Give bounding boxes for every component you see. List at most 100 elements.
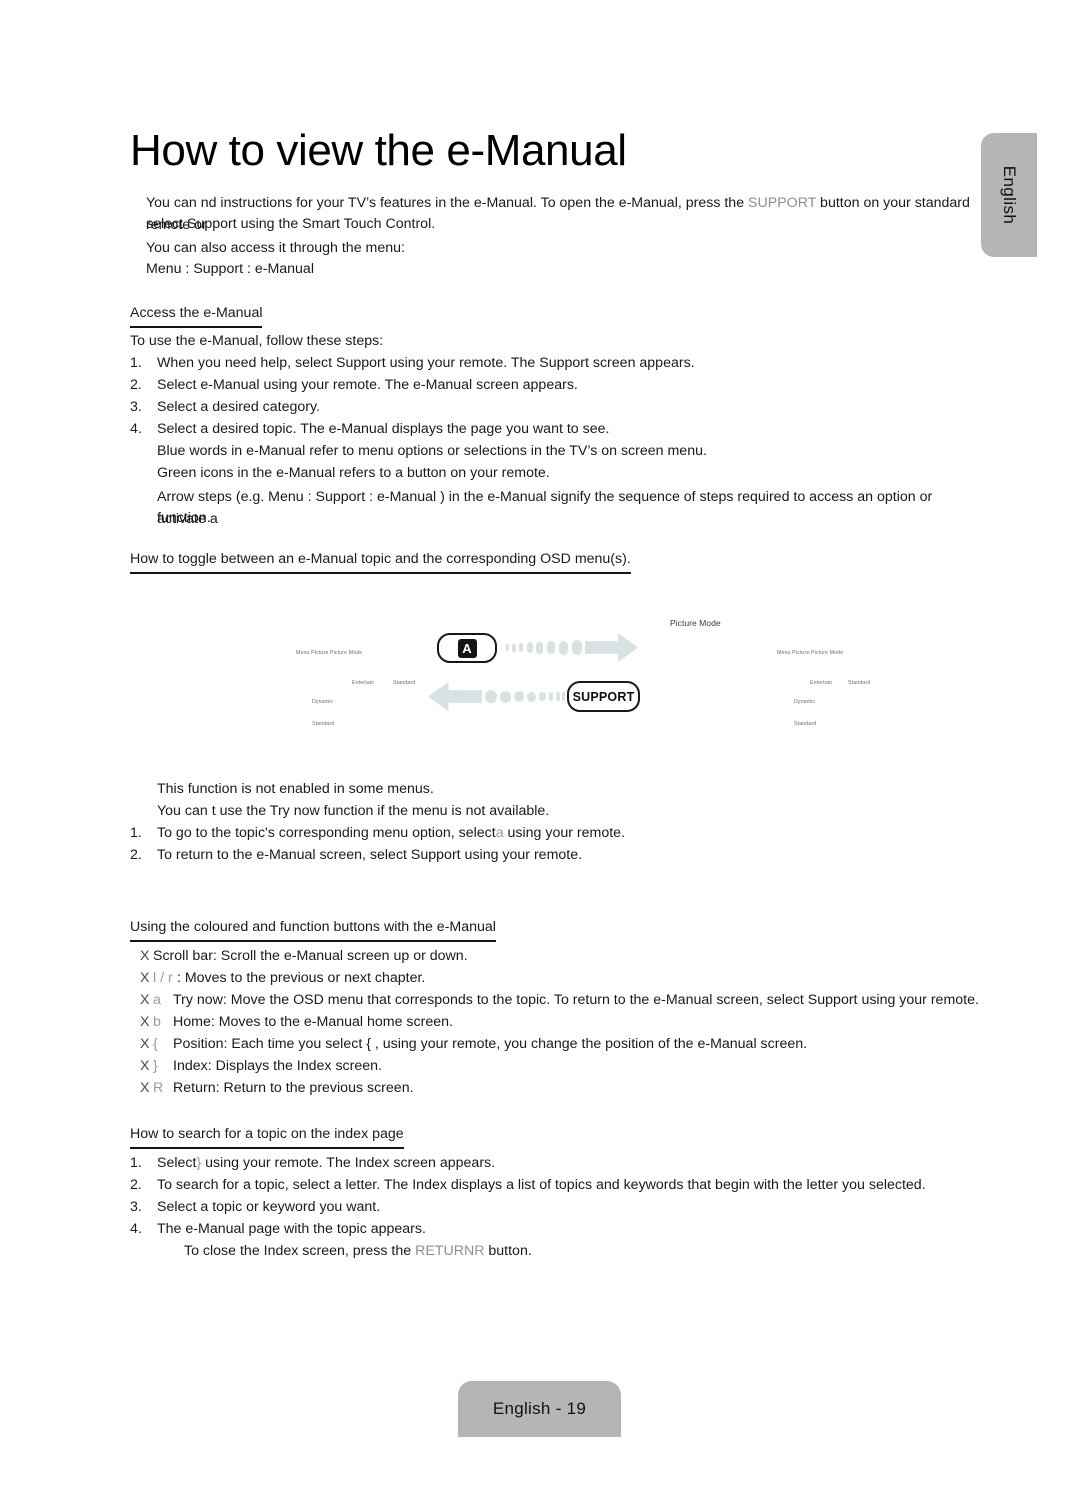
button-item-position-text: Position: Each time you select { , using… (173, 1036, 808, 1052)
return-glyph: R (474, 1243, 485, 1259)
dot-trail-bottom-1 (485, 690, 497, 703)
intro-paragraph-line-2: select Support using the Smart Touch Con… (146, 216, 436, 232)
button-item-chapter-text: : Moves to the previous or next chapter. (173, 970, 426, 986)
right-screen-title: Picture Mode (670, 618, 721, 628)
bullet-x-glyph: X (140, 1058, 150, 1074)
dot-trail-top-2 (512, 643, 516, 652)
toggle-step-1-glyph: a (495, 825, 504, 841)
dot-trail-top-7 (559, 640, 568, 655)
button-item-return: X R Return: Return to the previous screen. (140, 1078, 414, 1100)
intro-text-a: You can nd instructions for your TV (146, 195, 367, 211)
button-item-trynow-text: Try now: Move the OSD menu that correspo… (173, 992, 979, 1008)
key-support-button[interactable]: SUPPORT (567, 681, 640, 712)
button-item-scrollbar: X Scroll bar: Scroll the e-Manual screen … (140, 946, 468, 968)
button-item-position-key: { (153, 1036, 158, 1052)
index-step-1-number: 1. (130, 1155, 142, 1171)
arrow-right-icon (585, 633, 638, 662)
access-note-blue-words: Blue words in e-Manual refer to menu opt… (157, 443, 707, 459)
language-side-tab: English (981, 133, 1037, 257)
button-item-home-text: Home: Moves to the e-Manual home screen. (173, 1014, 453, 1030)
button-item-index-text: Index: Displays the Index screen. (173, 1058, 382, 1074)
left-screen-row3-standard: Standard (312, 721, 335, 727)
access-arrow-note-line-1: Arrow steps (e.g. Menu : Support : e-Man… (157, 489, 933, 527)
access-note-green-icons: Green icons in the e-Manual refers to a … (157, 465, 550, 481)
bullet-x-glyph: X (140, 1080, 150, 1096)
toggle-step-2: 2. To return to the e-Manual screen, sel… (130, 845, 950, 867)
access-step-4: 4. Select a desired topic. The e-Manual … (130, 419, 950, 441)
dot-trail-bottom-4 (527, 691, 536, 702)
index-step-1-text-a: Select (157, 1155, 197, 1171)
access-step-1: 1. When you need help, select Support us… (130, 353, 950, 375)
dot-trail-top-1 (506, 644, 509, 651)
toggle-step-2-number: 2. (130, 847, 142, 863)
footer-page-tab: English - 19 (458, 1381, 621, 1437)
toggle-step-1: 1. To go to the topic's corresponding me… (130, 823, 950, 845)
left-screen-row2-dynamic: Dynamic (312, 699, 334, 705)
button-item-scrollbar-text: Scroll bar: Scroll the e-Manual screen u… (153, 948, 468, 964)
left-screen-row1-standard: Standard (393, 680, 416, 686)
dot-trail-bottom-2 (500, 690, 511, 703)
index-closing-text-a: To close the Index screen, press the (184, 1243, 416, 1259)
toggle-step-1-text-b: using your remote. (503, 825, 626, 841)
toggle-step-1-number: 1. (130, 825, 142, 841)
button-item-trynow-key: a (153, 992, 161, 1008)
access-step-3: 3. Select a desired category. (130, 397, 950, 419)
right-screen-row3-standard: Standard (794, 721, 817, 727)
footer-page-label: English - 19 (492, 1399, 587, 1418)
index-step-4-number: 4. (130, 1221, 142, 1237)
intro-menu-path: Menu : Support : e-Manual (146, 261, 314, 277)
dot-trail-bottom-5 (539, 692, 546, 701)
dot-trail-bottom-7 (556, 692, 560, 701)
index-step-1: 1. Select} using your remote. The Index … (130, 1153, 1010, 1175)
button-item-trynow: Xa Try now: Move the OSD menu that corres… (140, 990, 979, 1012)
toggle-note-1: This function is not enabled in some men… (157, 781, 434, 797)
index-step-2: 2. To search for a topic, select a lette… (130, 1175, 1010, 1197)
access-step-2: 2. Select e-Manual using your remote. Th… (130, 375, 950, 397)
button-item-chapter-key: l / r (153, 970, 173, 986)
dot-trail-bottom-8 (562, 692, 565, 701)
left-screen-breadcrumb: Menu Picture Picture Mode (296, 650, 363, 656)
button-item-position: X{Position: Each time you select { , usi… (140, 1034, 807, 1056)
dot-trail-top-3 (519, 643, 523, 652)
support-keyword: SUPPORT (748, 195, 817, 211)
button-item-chapter: Xl / r : Moves to the previous or next c… (140, 968, 425, 990)
index-step-2-text: To search for a topic, select a letter. … (157, 1177, 926, 1193)
key-support-label: SUPPORT (572, 689, 635, 704)
intro-paragraph-line-3: You can also access it through the menu: (146, 240, 405, 256)
access-step-3-text: Select a desired category. (157, 399, 320, 415)
button-item-home-key: b (153, 1014, 161, 1030)
right-screen-breadcrumb: Menu Picture Picture Mode (777, 650, 844, 656)
arrow-left-icon (428, 682, 482, 711)
bullet-x-glyph: X (140, 948, 150, 964)
index-step-3-text: Select a topic or keyword you want. (157, 1199, 381, 1215)
section-heading-buttons: Using the coloured and function buttons … (130, 917, 496, 942)
access-lead-text: To use the e-Manual, follow these steps: (130, 333, 384, 349)
access-step-2-number: 2. (130, 377, 142, 393)
dot-trail-top-6 (547, 641, 555, 654)
access-step-3-number: 3. (130, 399, 142, 415)
key-a-button[interactable]: A (437, 633, 497, 663)
index-step-4: 4. The e-Manual page with the topic appe… (130, 1219, 1010, 1241)
index-step-1-text: Select} using your remote. The Index scr… (157, 1153, 1010, 1175)
index-step-3: 3. Select a topic or keyword you want. (130, 1197, 1010, 1219)
button-item-return-text: Return: Return to the previous screen. (173, 1080, 414, 1096)
bullet-x-glyph: X (140, 970, 150, 986)
key-a-glyph: A (457, 638, 477, 658)
dot-trail-bottom-6 (549, 692, 553, 701)
index-closing-note: To close the Index screen, press the RET… (184, 1241, 532, 1263)
dot-trail-top-5 (536, 641, 543, 654)
right-screen-row2-dynamic: Dynamic (794, 699, 816, 705)
right-screen-row1-entertain: Entertain (810, 680, 833, 686)
left-screen-row1-entertain: Entertain (352, 680, 375, 686)
button-item-index: X} Index: Displays the Index screen. (140, 1056, 382, 1078)
button-item-home: Xb Home: Moves to the e-Manual home scree… (140, 1012, 453, 1034)
button-item-return-key: R (153, 1080, 164, 1096)
language-side-tab-label: English (1000, 165, 1019, 225)
button-item-index-key: } (153, 1058, 158, 1074)
toggle-step-1-text-a: To go to the topic's corresponding menu … (157, 825, 496, 841)
page-title: How to view the e-Manual (130, 126, 627, 175)
index-step-2-number: 2. (130, 1177, 142, 1193)
index-step-4-text: The e-Manual page with the topic appears… (157, 1221, 426, 1237)
section-heading-toggle: How to toggle between an e-Manual topic … (130, 549, 631, 574)
right-screen-row1-standard: Standard (848, 680, 871, 686)
